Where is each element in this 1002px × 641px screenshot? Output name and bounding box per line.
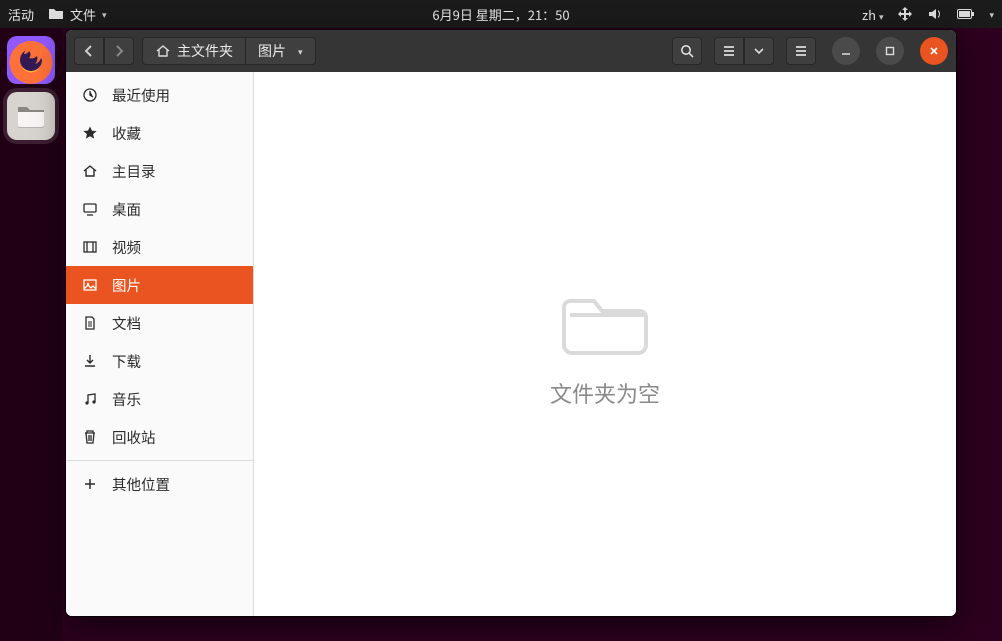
dock bbox=[0, 28, 62, 641]
window-minimize-button[interactable] bbox=[832, 37, 860, 65]
music-icon bbox=[82, 391, 98, 407]
sidebar-item-label: 音乐 bbox=[112, 389, 141, 410]
sidebar-item-recent[interactable]: 最近使用 bbox=[66, 76, 253, 114]
sidebar-item-videos[interactable]: 视频 bbox=[66, 228, 253, 266]
sidebar-item-label: 最近使用 bbox=[112, 85, 170, 106]
content-view: 文件夹为空 bbox=[254, 72, 956, 616]
chevron-down-icon[interactable]: ▾ bbox=[989, 8, 994, 21]
folder-icon bbox=[48, 6, 64, 22]
app-menu[interactable]: 文件 ▾ bbox=[48, 5, 107, 24]
breadcrumb-home[interactable]: 主文件夹 bbox=[142, 37, 246, 65]
nav-forward-button[interactable] bbox=[104, 37, 134, 65]
star-icon bbox=[82, 125, 98, 141]
file-manager-window: 主文件夹 图片 ▾ bbox=[66, 30, 956, 616]
sidebar-item-starred[interactable]: 收藏 bbox=[66, 114, 253, 152]
breadcrumb-current-label: 图片 bbox=[258, 41, 286, 61]
input-method-indicator[interactable]: zh ▾ bbox=[862, 5, 884, 24]
sidebar-item-home[interactable]: 主目录 bbox=[66, 152, 253, 190]
sidebar-item-label: 桌面 bbox=[112, 199, 141, 220]
desktop-icon bbox=[82, 201, 98, 217]
chevron-right-icon bbox=[111, 43, 127, 59]
maximize-icon bbox=[884, 45, 896, 57]
video-icon bbox=[82, 239, 98, 255]
minimize-icon bbox=[840, 45, 852, 57]
list-view-icon bbox=[721, 43, 737, 59]
home-icon bbox=[155, 43, 171, 59]
home-icon bbox=[82, 163, 98, 179]
breadcrumb-home-label: 主文件夹 bbox=[177, 41, 233, 61]
sidebar-item-label: 其他位置 bbox=[112, 474, 170, 495]
nav-buttons bbox=[74, 37, 134, 65]
network-icon[interactable] bbox=[897, 6, 913, 22]
downloads-icon bbox=[82, 353, 98, 369]
nav-back-button[interactable] bbox=[74, 37, 104, 65]
window-close-button[interactable] bbox=[920, 37, 948, 65]
empty-folder-text: 文件夹为空 bbox=[550, 377, 660, 409]
battery-icon[interactable] bbox=[957, 7, 975, 21]
firefox-icon bbox=[14, 43, 48, 77]
window-maximize-button[interactable] bbox=[876, 37, 904, 65]
sidebar-item-other-locations[interactable]: 其他位置 bbox=[66, 465, 253, 503]
sidebar-item-label: 图片 bbox=[112, 275, 141, 296]
search-icon bbox=[679, 43, 695, 59]
sidebar-item-label: 收藏 bbox=[112, 123, 141, 144]
chevron-down-icon bbox=[754, 46, 764, 56]
hamburger-icon bbox=[793, 43, 809, 59]
pictures-icon bbox=[82, 277, 98, 293]
chevron-down-icon: ▾ bbox=[879, 10, 884, 23]
sidebar-item-documents[interactable]: 文档 bbox=[66, 304, 253, 342]
dock-app-firefox[interactable] bbox=[7, 36, 55, 84]
titlebar: 主文件夹 图片 ▾ bbox=[66, 30, 956, 72]
volume-icon[interactable] bbox=[927, 6, 943, 22]
sidebar-item-label: 主目录 bbox=[112, 161, 156, 182]
list-view-button[interactable] bbox=[714, 37, 744, 65]
search-button[interactable] bbox=[672, 37, 702, 65]
close-icon bbox=[928, 45, 940, 57]
view-options-button[interactable] bbox=[744, 37, 774, 65]
sidebar-item-label: 回收站 bbox=[112, 427, 156, 448]
chevron-down-icon: ▾ bbox=[298, 45, 303, 58]
gnome-top-panel: 活动 文件 ▾ 6月9日 星期二，21：50 zh ▾ ▾ bbox=[0, 0, 1002, 28]
sidebar-item-downloads[interactable]: 下载 bbox=[66, 342, 253, 380]
breadcrumb-current[interactable]: 图片 ▾ bbox=[246, 37, 316, 65]
app-menu-label: 文件 bbox=[70, 5, 96, 24]
sidebar-item-label: 文档 bbox=[112, 313, 141, 334]
clock-icon bbox=[82, 87, 98, 103]
chevron-down-icon: ▾ bbox=[102, 8, 107, 21]
sidebar-item-pictures[interactable]: 图片 bbox=[66, 266, 253, 304]
view-switcher bbox=[714, 37, 774, 65]
hamburger-menu-button[interactable] bbox=[786, 37, 816, 65]
sidebar-item-label: 视频 bbox=[112, 237, 141, 258]
plus-icon bbox=[82, 476, 98, 492]
chevron-left-icon bbox=[81, 43, 97, 59]
sidebar-separator bbox=[66, 460, 253, 461]
files-icon bbox=[16, 103, 46, 129]
empty-folder-icon bbox=[560, 279, 650, 359]
documents-icon bbox=[82, 315, 98, 331]
path-bar: 主文件夹 图片 ▾ bbox=[142, 37, 316, 65]
activities-button[interactable]: 活动 bbox=[8, 5, 34, 24]
dock-app-files[interactable] bbox=[7, 92, 55, 140]
trash-icon bbox=[82, 429, 98, 445]
sidebar-item-label: 下载 bbox=[112, 351, 141, 372]
sidebar: 最近使用 收藏 主目录 桌面 视频 图片 bbox=[66, 72, 254, 616]
sidebar-item-desktop[interactable]: 桌面 bbox=[66, 190, 253, 228]
sidebar-item-music[interactable]: 音乐 bbox=[66, 380, 253, 418]
sidebar-item-trash[interactable]: 回收站 bbox=[66, 418, 253, 456]
clock[interactable]: 6月9日 星期二，21：50 bbox=[432, 5, 569, 24]
